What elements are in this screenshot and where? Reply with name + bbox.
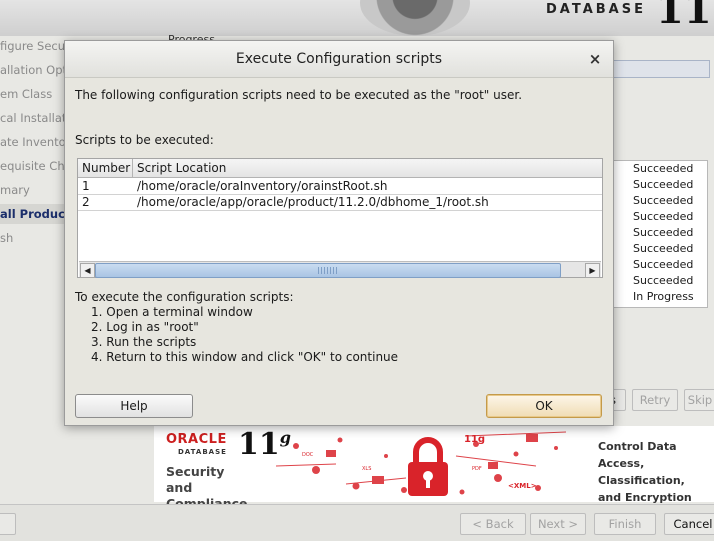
back-button[interactable]: < Back [460,513,526,535]
retry-button[interactable]: Retry [632,389,678,411]
column-header-script-location[interactable]: Script Location [133,159,597,177]
instruction-step: 1. Open a terminal window [91,305,253,319]
dialog-intro-text: The following configuration scripts need… [75,88,523,102]
banner-art-pdf: PDF [472,466,482,472]
bottom-left-button[interactable] [0,513,16,535]
banner-art-11g: 11g [464,434,485,445]
brand-number: 11 [656,0,712,33]
status-item: Succeeded [633,258,694,271]
cancel-button[interactable]: Cancel [664,513,714,535]
scrollbar-thumb[interactable] [95,263,561,278]
scripts-table: Number Script Location 1 /home/oracle/or… [77,158,603,278]
cell-script-location: /home/oracle/oraInventory/orainstRoot.sh [137,179,388,193]
table-header: Number Script Location [78,159,602,178]
banner-art-xml: <XML> [508,482,537,490]
table-row[interactable]: 1 /home/oracle/oraInventory/orainstRoot.… [78,178,602,195]
status-list: Succeeded Succeeded Succeeded Succeeded … [610,160,708,308]
status-item: Succeeded [633,274,694,287]
table-row[interactable]: 2 /home/oracle/app/oracle/product/11.2.0… [78,194,602,211]
instructions-title: To execute the configuration scripts: [75,290,294,304]
product-banner: ORACLE DATABASE 11g Security and Complia… [154,426,714,511]
ok-button[interactable]: OK [486,394,602,418]
banner-art-doc: DOC [302,452,314,458]
status-item: Succeeded [633,226,694,239]
dialog-title: Execute Configuration scripts [235,51,443,67]
instruction-step: 4. Return to this window and click "OK" … [91,350,399,364]
column-header-number[interactable]: Number [78,159,133,177]
cell-script-location: /home/oracle/app/oracle/product/11.2.0/d… [137,195,489,209]
gear-graphic [360,0,470,36]
instruction-step: 2. Log in as "root" [91,320,199,334]
instructions: To execute the configuration scripts: 1.… [75,290,398,365]
status-item: Succeeded [633,242,694,255]
oracle-database-label: DATABASE [178,448,227,456]
banner-logo-area: ORACLE DATABASE 11g Security and Complia… [154,426,291,511]
close-icon[interactable]: × [585,49,605,69]
finish-button[interactable]: Finish [594,513,656,535]
installer-header: DATABASE 11 [0,0,714,36]
status-item: Succeeded [633,178,694,191]
status-item: Succeeded [633,162,694,175]
scroll-right-arrow-icon[interactable]: ▶ [585,263,600,278]
oracle-logo: ORACLE [166,432,227,447]
instruction-step: 3. Run the scripts [91,335,197,349]
execute-configuration-scripts-dialog: Execute Configuration scripts × The foll… [64,40,614,426]
status-item: In Progress [633,290,694,303]
next-button[interactable]: Next > [530,513,586,535]
status-item: Succeeded [633,210,694,223]
status-item: Succeeded [633,194,694,207]
instruction-steps: 1. Open a terminal window 2. Log in as "… [75,305,398,365]
installer-bottom-bar: < Back Next > Finish Cancel [0,504,714,541]
banner-art-xls: XLS [362,466,371,472]
scrollbar-grip-icon [318,267,338,274]
cell-number: 1 [82,179,90,193]
horizontal-scrollbar[interactable]: ◀ ▶ [79,261,601,278]
skip-button[interactable]: Skip [684,389,714,411]
progress-bar [610,60,710,78]
cell-number: 2 [82,195,90,209]
scripts-label: Scripts to be executed: [75,133,214,147]
dialog-titlebar: Execute Configuration scripts × [65,41,613,78]
security-lock-graphic: 11g <XML> PDF DOC XLS [276,426,576,502]
banner-encryption-text: Control Data Access, Classification, and… [598,440,692,504]
brand-text: DATABASE [546,2,646,17]
help-button[interactable]: Help [75,394,193,418]
scroll-left-arrow-icon[interactable]: ◀ [80,263,95,278]
